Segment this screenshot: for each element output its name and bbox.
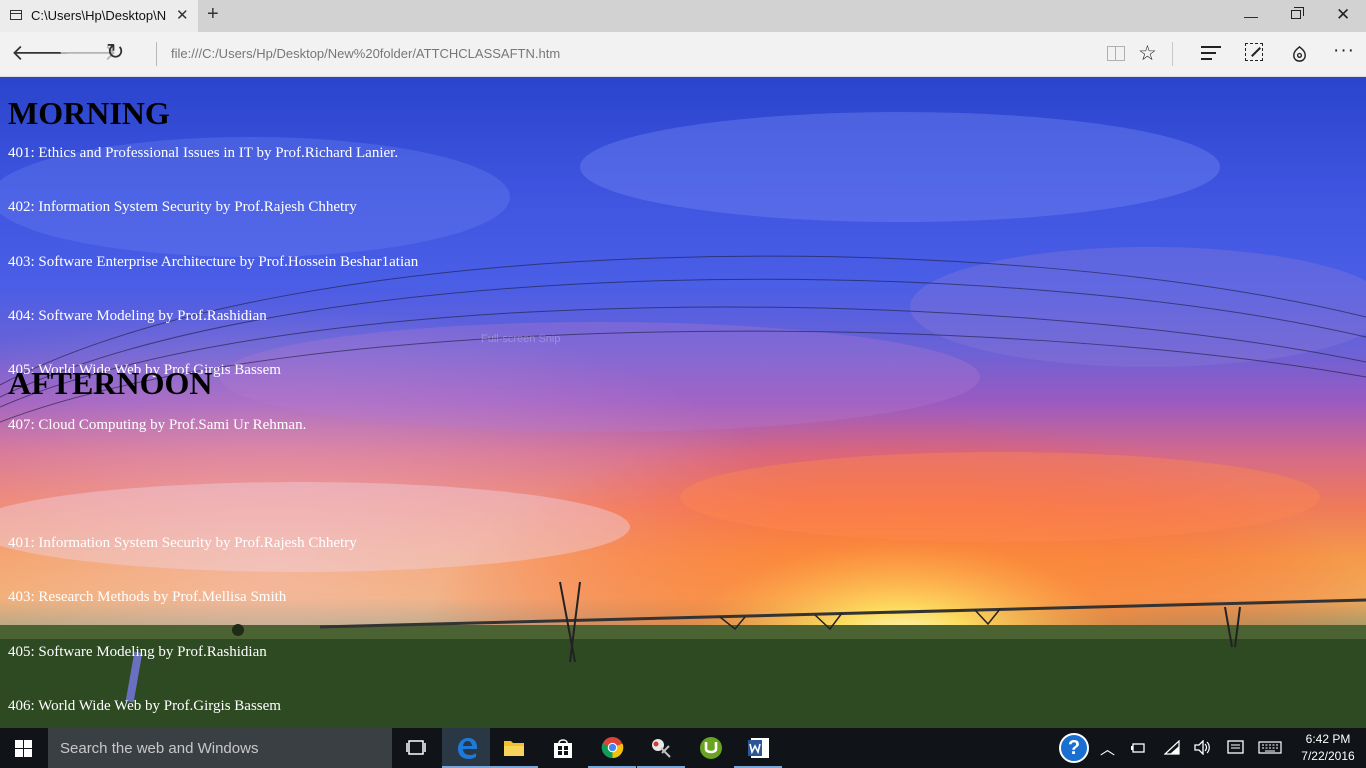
morning-course-item: 404: Software Modeling by Prof.Rashidian <box>8 308 267 324</box>
chrome-icon <box>601 736 624 759</box>
utorrent-icon <box>700 737 722 759</box>
afternoon-course-item: 401: Information System Security by Prof… <box>8 535 357 551</box>
browser-tab[interactable]: C:\Users\Hp\Desktop\N ✕ <box>0 0 198 32</box>
start-button[interactable] <box>15 740 32 757</box>
snipping-tool-icon <box>652 739 671 758</box>
refresh-button[interactable]: ↻ <box>106 39 124 65</box>
taskbar-file-explorer[interactable] <box>490 728 538 768</box>
afternoon-course-item: 406: World Wide Web by Prof.Girgis Basse… <box>8 698 281 714</box>
search-placeholder: Search the web and Windows <box>60 740 259 757</box>
page-icon <box>10 10 22 20</box>
taskbar-word[interactable] <box>734 728 782 768</box>
divider <box>156 42 157 66</box>
morning-course-item: 402: Information System Security by Prof… <box>8 199 357 215</box>
edge-icon <box>458 738 477 759</box>
keyboard-icon[interactable] <box>1258 741 1282 754</box>
action-center-icon[interactable] <box>1227 740 1244 756</box>
store-icon <box>554 739 572 758</box>
close-window-button[interactable]: ✕ <box>1336 5 1350 25</box>
show-hidden-icons-icon[interactable]: ︿ <box>1100 738 1115 759</box>
morning-course-item: 403: Software Enterprise Architecture by… <box>8 254 419 270</box>
clock-time[interactable]: 6:42 PM <box>1298 732 1358 746</box>
wifi-icon[interactable] <box>1164 740 1180 755</box>
address-input[interactable]: file:///C:/Users/Hp/Desktop/New%20folder… <box>171 46 560 61</box>
web-note-icon[interactable] <box>1245 43 1263 61</box>
hub-icon[interactable] <box>1201 46 1221 64</box>
taskbar-utorrent[interactable] <box>686 728 734 768</box>
share-icon[interactable] <box>1290 44 1309 63</box>
page-viewport: MORNING 401: Ethics and Professional Iss… <box>0 77 1366 728</box>
battery-plug-icon[interactable] <box>1131 741 1147 755</box>
taskbar: Search the web and Windows ? ︿ 6:42 PM 7… <box>0 728 1366 768</box>
task-view-button[interactable] <box>392 728 440 768</box>
address-bar-row: 🡐 🡒 ↻ file:///C:/Users/Hp/Desktop/New%20… <box>0 32 1366 77</box>
morning-course-item: 401: Ethics and Professional Issues in I… <box>8 145 399 161</box>
taskbar-search-box[interactable]: Search the web and Windows <box>48 728 392 768</box>
favorite-star-icon[interactable]: ☆ <box>1138 41 1157 66</box>
divider <box>1172 42 1173 66</box>
afternoon-course-item: 403: Research Methods by Prof.Mellisa Sm… <box>8 589 287 605</box>
browser-title-bar: C:\Users\Hp\Desktop\N ✕ + — ✕ <box>0 0 1366 32</box>
schedule-page: MORNING 401: Ethics and Professional Iss… <box>8 77 419 714</box>
word-icon <box>748 738 769 758</box>
taskbar-chrome[interactable] <box>588 728 636 768</box>
volume-icon[interactable] <box>1194 740 1211 755</box>
file-explorer-icon <box>504 741 524 756</box>
new-tab-button[interactable]: + <box>207 3 219 26</box>
clock-date[interactable]: 7/22/2016 <box>1296 749 1360 763</box>
tab-close-button[interactable]: ✕ <box>176 6 189 24</box>
taskbar-store[interactable] <box>539 728 587 768</box>
afternoon-course-item: 405: Software Modeling by Prof.Rashidian <box>8 644 267 660</box>
morning-heading: MORNING <box>8 95 170 131</box>
taskbar-snipping-tool[interactable] <box>637 728 685 768</box>
task-view-icon <box>406 740 426 755</box>
afternoon-heading: AFTERNOON <box>8 365 213 401</box>
minimize-button[interactable]: — <box>1244 8 1258 24</box>
tab-title: C:\Users\Hp\Desktop\N <box>31 8 167 23</box>
restore-button[interactable] <box>1291 7 1304 19</box>
morning-course-item: 407: Cloud Computing by Prof.Sami Ur Reh… <box>8 417 307 433</box>
help-icon[interactable]: ? <box>1059 733 1089 763</box>
snip-overlay-label: Full-screen Snip <box>481 333 561 345</box>
taskbar-edge[interactable] <box>442 728 490 768</box>
reading-view-icon[interactable] <box>1107 46 1125 61</box>
more-options-icon[interactable]: ··· <box>1333 40 1355 62</box>
